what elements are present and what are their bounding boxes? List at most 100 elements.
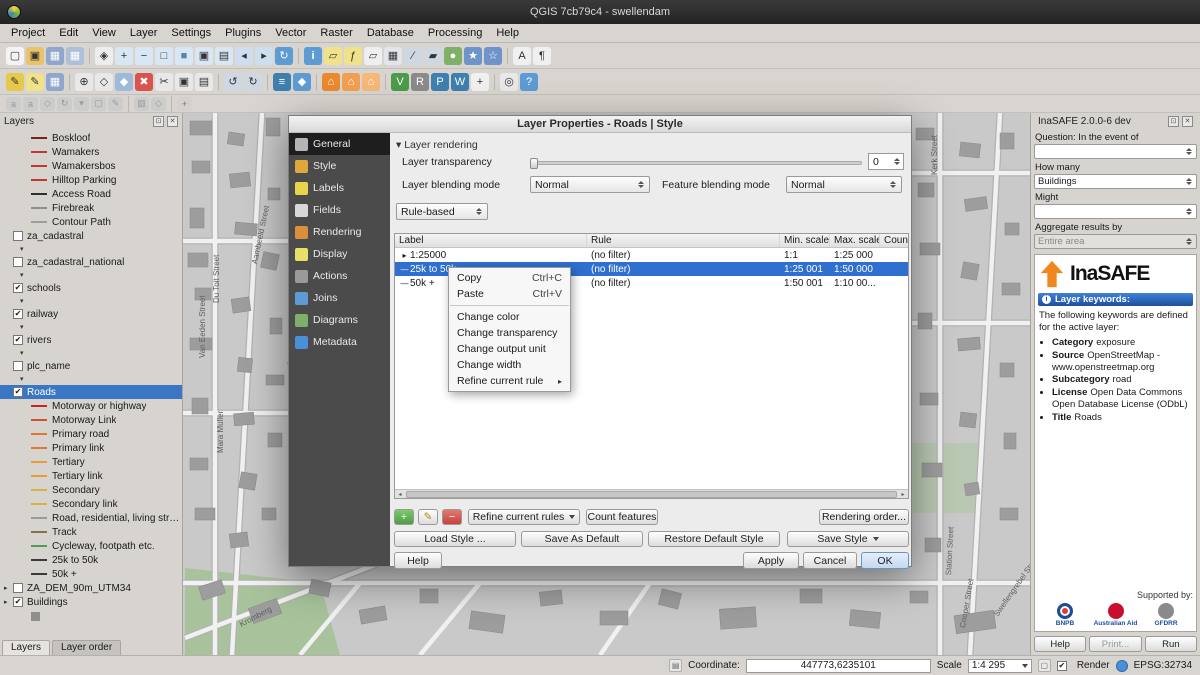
map-crosshair-icon[interactable]: + bbox=[177, 97, 192, 111]
menu-item[interactable]: Layer bbox=[123, 27, 165, 39]
apply-button[interactable]: Apply bbox=[743, 552, 799, 569]
layer-item[interactable]: ▾ bbox=[0, 295, 182, 307]
add-vector-layer-icon[interactable]: V bbox=[391, 73, 409, 91]
layer-item[interactable]: Track bbox=[0, 525, 182, 539]
context-menu-item[interactable]: Refine current rule ▸ bbox=[449, 373, 570, 389]
diagram-icon[interactable]: ▧ bbox=[134, 97, 149, 111]
layer-item[interactable]: Primary link bbox=[0, 441, 182, 455]
move-feature-icon[interactable]: ◇ bbox=[95, 73, 113, 91]
current-edits-icon[interactable]: ✎ bbox=[6, 73, 24, 91]
layer-item[interactable] bbox=[0, 609, 182, 623]
dialog-sidebar-item[interactable]: General bbox=[289, 133, 390, 155]
column-header[interactable]: Rule bbox=[587, 234, 780, 247]
layer-item[interactable]: Motorway or highway bbox=[0, 399, 182, 413]
rendering-order-button[interactable]: Rendering order... bbox=[819, 509, 909, 525]
save-edits-icon[interactable]: ▦ bbox=[46, 73, 64, 91]
layer-item[interactable]: ▸ ZA_DEM_90m_UTM34 bbox=[0, 581, 182, 595]
column-header[interactable]: Min. scale bbox=[780, 234, 830, 247]
feature-blend-combo[interactable]: Normal bbox=[786, 176, 902, 193]
remove-rule-button[interactable]: − bbox=[442, 509, 462, 525]
text-annotation-icon[interactable]: A bbox=[513, 47, 531, 65]
measure-line-icon[interactable]: ∕ bbox=[404, 47, 422, 65]
layer-item[interactable]: plc_name bbox=[0, 359, 182, 373]
add-wms-layer-icon[interactable]: W bbox=[451, 73, 469, 91]
toggle-editing-icon[interactable]: ✎ bbox=[26, 73, 44, 91]
collapse-arrow-icon[interactable]: ▾ bbox=[396, 139, 401, 151]
slider-handle[interactable] bbox=[530, 158, 538, 169]
new-shapefile-layer-icon[interactable]: + bbox=[471, 73, 489, 91]
menu-item[interactable]: View bbox=[85, 27, 123, 39]
select-features-icon[interactable]: ▱ bbox=[324, 47, 342, 65]
menu-item[interactable]: Help bbox=[489, 27, 526, 39]
dialog-sidebar-item[interactable]: Style bbox=[289, 155, 390, 177]
panel-tab[interactable]: Layers bbox=[2, 640, 50, 655]
dialog-sidebar-item[interactable]: Fields bbox=[289, 199, 390, 221]
dialog-sidebar-item[interactable]: Actions bbox=[289, 265, 390, 287]
dialog-sidebar-item[interactable]: Joins bbox=[289, 287, 390, 309]
save-project-icon[interactable]: ▦ bbox=[46, 47, 64, 65]
close-panel-icon[interactable]: ✕ bbox=[1182, 116, 1193, 127]
layer-item[interactable]: Secondary bbox=[0, 483, 182, 497]
annotation-icon[interactable]: ¶ bbox=[533, 47, 551, 65]
layer-item[interactable]: ✔ rivers bbox=[0, 333, 182, 347]
rotate-label-icon[interactable]: ↻ bbox=[57, 97, 72, 111]
menu-item[interactable]: Plugins bbox=[218, 27, 268, 39]
zoom-in-icon[interactable]: + bbox=[115, 47, 133, 65]
hazard-combo[interactable] bbox=[1034, 144, 1197, 159]
inasafe-help-button[interactable]: Help bbox=[1034, 636, 1086, 652]
horizontal-scrollbar[interactable]: ◂ ▸ bbox=[395, 489, 908, 498]
label-settings-icon[interactable]: a bbox=[23, 97, 38, 111]
add-postgis-layer-icon[interactable]: P bbox=[431, 73, 449, 91]
rule-row[interactable]: ▸1:25000 (no filter) 1:1 1:25 000 bbox=[395, 248, 908, 262]
scrollbar-thumb[interactable] bbox=[406, 491, 897, 498]
column-header[interactable]: Max. scale bbox=[830, 234, 880, 247]
dialog-sidebar-item[interactable]: Labels bbox=[289, 177, 390, 199]
plugin-manager-icon[interactable]: ◆ bbox=[293, 73, 311, 91]
layer-item[interactable]: Wamakers bbox=[0, 145, 182, 159]
map-tips-icon[interactable]: ● bbox=[444, 47, 462, 65]
inasafe-options-icon[interactable]: ⌂ bbox=[362, 73, 380, 91]
panel-tab[interactable]: Layer order bbox=[52, 640, 121, 655]
select-by-expression-icon[interactable]: ƒ bbox=[344, 47, 362, 65]
menu-item[interactable]: Vector bbox=[268, 27, 313, 39]
add-raster-layer-icon[interactable]: R bbox=[411, 73, 429, 91]
render-checkbox[interactable]: ✔ bbox=[1057, 661, 1067, 671]
deselect-icon[interactable]: ▱ bbox=[364, 47, 382, 65]
layer-item[interactable]: Road, residential, living street, ... bbox=[0, 511, 182, 525]
layer-checkbox[interactable] bbox=[13, 231, 23, 241]
blend-mode-combo[interactable]: Normal bbox=[530, 176, 650, 193]
float-panel-icon[interactable]: ⊡ bbox=[153, 116, 164, 127]
coordinate-input[interactable]: 447773,6235101 bbox=[746, 659, 931, 673]
layer-item[interactable]: 25k to 50k bbox=[0, 553, 182, 567]
help-contents-icon[interactable]: ? bbox=[520, 73, 538, 91]
cut-features-icon[interactable]: ✂ bbox=[155, 73, 173, 91]
pan-map-icon[interactable]: ◈ bbox=[95, 47, 113, 65]
log-messages-icon[interactable]: ▤ bbox=[669, 659, 682, 672]
node-tool-icon[interactable]: ◆ bbox=[115, 73, 133, 91]
refresh-map-icon[interactable]: ↻ bbox=[275, 47, 293, 65]
expander-icon[interactable]: ▾ bbox=[20, 271, 29, 279]
menu-item[interactable]: Database bbox=[360, 27, 421, 39]
layer-checkbox[interactable] bbox=[13, 361, 23, 371]
layer-item[interactable]: ✔ schools bbox=[0, 281, 182, 295]
layer-checkbox[interactable]: ✔ bbox=[13, 309, 23, 319]
layer-item[interactable]: Wamakersbos bbox=[0, 159, 182, 173]
layer-rendering-section[interactable]: ▾ Layer rendering bbox=[396, 139, 478, 151]
menu-item[interactable]: Processing bbox=[421, 27, 489, 39]
layer-item[interactable]: za_cadastral bbox=[0, 229, 182, 243]
edit-rule-button[interactable]: ✎ bbox=[418, 509, 438, 525]
new-project-icon[interactable]: ▢ bbox=[6, 47, 24, 65]
zoom-last-icon[interactable]: ◂ bbox=[235, 47, 253, 65]
layer-item[interactable]: ▾ bbox=[0, 373, 182, 385]
expander-icon[interactable]: ▾ bbox=[20, 297, 29, 305]
label-icon[interactable]: a bbox=[6, 97, 21, 111]
context-menu-item[interactable] bbox=[450, 305, 569, 306]
layer-item[interactable]: Access Road bbox=[0, 187, 182, 201]
expander-icon[interactable]: ▸ bbox=[4, 584, 13, 592]
close-panel-icon[interactable]: ✕ bbox=[167, 116, 178, 127]
layer-item[interactable]: ▾ bbox=[0, 269, 182, 281]
menu-item[interactable]: Settings bbox=[164, 27, 218, 39]
expander-icon[interactable]: ▾ bbox=[20, 245, 29, 253]
move-label-icon[interactable]: ◇ bbox=[40, 97, 55, 111]
transparency-slider[interactable] bbox=[530, 161, 862, 165]
